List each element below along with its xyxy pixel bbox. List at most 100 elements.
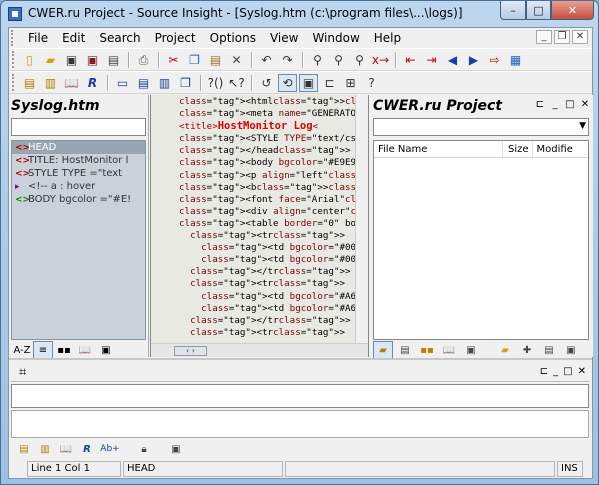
code-line[interactable]: class="tag"><trclass="tag">>	[179, 230, 368, 242]
code-line[interactable]: class="tag"><div align="center"class="ta…	[179, 206, 368, 218]
sort-az-icon[interactable]: A-Z	[12, 341, 32, 359]
code-line[interactable]: class="tag"></trclass="tag">>	[179, 315, 368, 327]
scroll-thumb[interactable]: ‹ ›	[174, 345, 207, 356]
context-input[interactable]	[11, 384, 589, 408]
maximize-panel-icon[interactable]: □	[563, 366, 572, 377]
code-line[interactable]: class="tag"><td bgcolor="#0000FF"	[179, 242, 368, 254]
code-line[interactable]: class="tag"><meta name="GENERATOR" co	[179, 108, 368, 120]
code-editor[interactable]: class="tag"><htmlclass="tag">> class="tag…	[150, 95, 369, 357]
symbol-item[interactable]: <>TITLE: HostMonitor l	[12, 154, 145, 167]
toolbar-grip-2[interactable]	[12, 74, 17, 91]
code-line[interactable]: class="tag"><td bgcolor="#A6A6FF"	[179, 303, 368, 315]
open-file-icon[interactable]: ▰	[41, 51, 60, 69]
symbol-window-icon[interactable]: ▤	[20, 74, 39, 92]
mdi-restore-button[interactable]: ❐	[554, 30, 570, 44]
pin-icon[interactable]: ⊏	[540, 366, 548, 377]
bookmark-icon[interactable]: ▦	[506, 51, 525, 69]
column-file-name[interactable]: File Name	[374, 141, 503, 157]
folder-view-icon[interactable]: ▰	[373, 341, 393, 359]
help-pointer-icon[interactable]: ↖?	[227, 74, 246, 92]
layout-tile-icon[interactable]: ▥	[155, 74, 174, 92]
code-text[interactable]: class="tag"><htmlclass="tag">> class="tag…	[179, 96, 368, 339]
layout-split-icon[interactable]: ▤	[134, 74, 153, 92]
project-file-list[interactable]: File Name Size Modifie	[373, 140, 589, 340]
lookup-icon[interactable]: ?()	[206, 74, 225, 92]
sync-icon[interactable]: ⟲	[278, 73, 297, 92]
close-button[interactable]: ✕	[551, 1, 594, 20]
menu-file[interactable]: File	[21, 28, 55, 48]
info-window-icon[interactable]: ?	[362, 74, 381, 92]
add-file-icon[interactable]: ✚	[517, 341, 537, 359]
print-icon[interactable]: ⎙	[134, 51, 153, 69]
close-file-icon[interactable]: ▤	[104, 51, 123, 69]
jump-forward-icon[interactable]: ⇥	[422, 51, 441, 69]
back-arrow-icon[interactable]: ◀	[443, 51, 462, 69]
context-icon[interactable]: ⌗	[19, 365, 26, 380]
code-line[interactable]: class="tag"><htmlclass="tag">>class="tag…	[179, 96, 368, 108]
project-filter-combo[interactable]: ▼	[373, 118, 589, 136]
paste-icon[interactable]: ▤	[206, 51, 225, 69]
menu-window[interactable]: Window	[305, 28, 366, 48]
pin-icon[interactable]: ⊏	[534, 99, 546, 110]
app-icon[interactable]	[8, 7, 22, 21]
relation-icon[interactable]: R	[78, 441, 96, 457]
code-line[interactable]: class="tag"><p align="left"class="tag">>…	[179, 170, 368, 182]
menu-search[interactable]: Search	[92, 28, 147, 48]
reference-icon[interactable]: 📖	[62, 74, 81, 92]
close-panel-icon[interactable]: ✕	[578, 366, 586, 377]
properties-icon[interactable]: ▣	[167, 441, 185, 457]
document-icon[interactable]: ▤	[539, 341, 559, 359]
menu-view[interactable]: View	[263, 28, 305, 48]
find-icon[interactable]: ⚲	[308, 51, 327, 69]
book-icon[interactable]: 📖	[75, 341, 95, 359]
code-line[interactable]: class="tag"><trclass="tag">>	[179, 327, 368, 339]
menu-edit[interactable]: Edit	[55, 28, 92, 48]
mdi-close-button[interactable]: ✕	[572, 30, 588, 44]
minimize-button[interactable]: –	[500, 1, 526, 20]
toolbar-grip[interactable]	[12, 51, 17, 68]
open-folder-icon[interactable]: ▰	[495, 341, 515, 359]
find-next-icon[interactable]: ⚲	[350, 51, 369, 69]
code-line[interactable]: class="tag"><trclass="tag">>	[179, 278, 368, 290]
find-prev-icon[interactable]: ⚲	[329, 51, 348, 69]
chevron-down-icon[interactable]: ▼	[579, 121, 586, 131]
symbol-window-icon[interactable]: ▤	[15, 441, 33, 457]
project-window-icon[interactable]: ▣	[299, 73, 318, 92]
code-line[interactable]: class="tag"><td bgcolor="#0000FF"	[179, 254, 368, 266]
redo-icon[interactable]: ↷	[278, 51, 297, 69]
forward-arrow-icon[interactable]: ▶	[464, 51, 483, 69]
context-window-icon[interactable]: ▥	[36, 441, 54, 457]
cut-icon[interactable]: ✂	[164, 51, 183, 69]
properties-icon[interactable]: ▣	[561, 341, 581, 359]
column-modified[interactable]: Modifie	[533, 141, 588, 157]
symbol-filter-input[interactable]	[11, 118, 146, 136]
category-icon[interactable]: ▪▪	[54, 341, 74, 359]
close-panel-icon[interactable]: ✕	[579, 99, 591, 110]
relation-window-icon[interactable]: ⊏	[320, 74, 339, 92]
symbols-view-icon[interactable]: 📖	[439, 341, 459, 359]
title-bar[interactable]: CWER.ru Project - Source Insight - [Sysl…	[1, 1, 598, 27]
menu-grip[interactable]	[11, 30, 21, 46]
code-line[interactable]: class="tag"><td bgcolor="#A6A6FF"	[179, 291, 368, 303]
code-line[interactable]: class="tag"><font face="Arial"class="tag…	[179, 194, 368, 206]
menu-options[interactable]: Options	[203, 28, 263, 48]
go-to-line-icon[interactable]: ⇨	[485, 51, 504, 69]
file-list-icon[interactable]: ▤	[395, 341, 415, 359]
symbol-item[interactable]: <>HEAD	[12, 141, 145, 154]
replace-icon[interactable]: x→	[371, 51, 390, 69]
symbol-item[interactable]: <>STYLE TYPE ="text	[12, 167, 145, 180]
layout-horizontal-icon[interactable]: ▭	[113, 74, 132, 92]
maximize-button[interactable]: □	[526, 1, 551, 20]
code-line[interactable]: class="tag"><table border="0" borderc	[179, 218, 368, 230]
menu-help[interactable]: Help	[367, 28, 408, 48]
code-line[interactable]: class="tag"><bclass="tag">>class="tag"><…	[179, 182, 368, 194]
list-view-icon[interactable]: ≡	[33, 341, 53, 359]
save-all-icon[interactable]: ▣	[83, 51, 102, 69]
vertical-scrollbar[interactable]	[355, 95, 368, 343]
menu-project[interactable]: Project	[148, 28, 203, 48]
horizontal-scrollbar[interactable]: ‹ ›	[151, 343, 368, 357]
code-line[interactable]: class="tag"></headclass="tag">>	[179, 145, 368, 157]
category-view-icon[interactable]: ▪▪	[417, 341, 437, 359]
symbol-list[interactable]: <>HEAD <>TITLE: HostMonitor l <>STYLE TY…	[11, 140, 146, 340]
refresh-icon[interactable]: ↺	[257, 74, 276, 92]
